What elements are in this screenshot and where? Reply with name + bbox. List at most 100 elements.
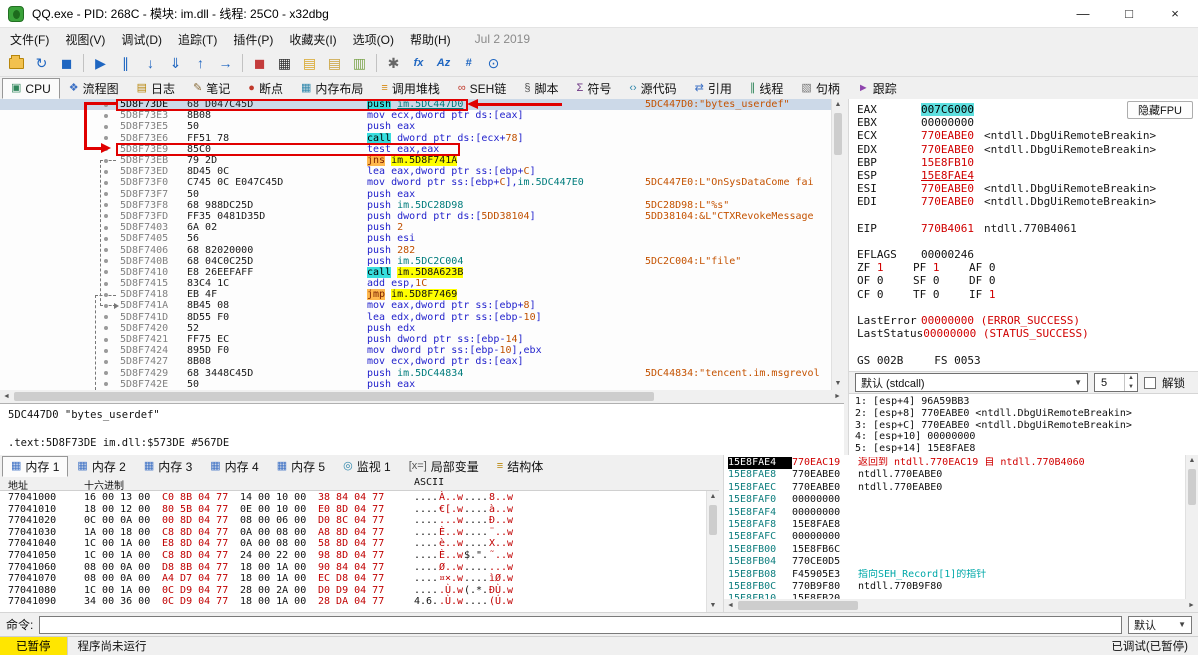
disasm-row[interactable]: 5D8F7420 52 push edx [0,323,844,334]
breakpoint-dot-icon[interactable] [104,158,108,163]
breakpoint-dot-icon[interactable] [104,102,108,107]
stack-row[interactable]: 15E8FB08 F45905E3 指向SEH_Record[1]的指针 [728,569,1184,581]
dump-tab-memory-4[interactable]: ▦ 内存 4 [201,456,267,477]
register-row[interactable]: LastError 00000000 (ERROR_SUCCESS) [857,314,1198,327]
spacer[interactable] [857,209,1198,222]
open-file-button[interactable] [4,52,29,75]
scroll-right-icon[interactable]: ► [831,390,844,403]
register-row[interactable]: EDX 770EABE0 <ntdll.DbgUiRemoteBreakin> [857,143,1198,156]
disasm-row[interactable]: 5D8F741A 8B45 08 mov eax,dword ptr ss:[ebp… [0,300,844,311]
memory-row[interactable]: 77041030 1A 00 18 00 C8 8D 04 77 0A 00 08 0… [8,527,719,539]
tab-threads[interactable]: ∥ 线程 [741,78,793,99]
breakpoint-dot-icon[interactable] [104,248,108,253]
log-window-button[interactable]: ▤ [297,52,322,75]
menu-item[interactable]: 视图(V) [57,29,113,50]
disasm-row[interactable]: 5D8F7403 6A 02 push 2 [0,222,844,233]
calling-convention-select[interactable]: 默认 (stdcall) ▼ [855,373,1088,392]
disasm-row[interactable]: 5D8F73F0 C745 0C E047C45D mov dword ptr ss… [0,177,844,188]
disasm-row[interactable]: 5D8F73ED 8D45 0C lea eax,dword ptr ss:[ebp… [0,166,844,177]
memory-vertical-scrollbar[interactable]: ▲ ▼ [706,491,719,612]
disasm-row[interactable]: 5D8F740B 68 04C0C25D push im.5DC2C004 5DC2C… [0,256,844,267]
stack-horizontal-scrollbar[interactable]: ◄ ► [724,599,1198,612]
arguments-view[interactable]: 1: [esp+4] 96A59BB3 2: [esp+8] 770EABE0 <… [849,394,1198,455]
disasm-row[interactable]: 5D8F73E9 85C0 test eax,eax [0,144,844,155]
breakpoint-dot-icon[interactable] [104,382,108,387]
dump-tab-struct[interactable]: ≡ 结构体 [488,456,552,477]
scroll-down-icon[interactable]: ▼ [707,600,719,612]
memory-row[interactable]: 77041080 1C 00 1A 00 0C D9 04 77 28 00 2A 0… [8,585,719,597]
argument-row[interactable]: 5: [esp+14] 15E8FAE8 [855,443,1198,455]
search-button[interactable]: ⊙ [481,52,506,75]
scroll-up-icon[interactable]: ▲ [1186,455,1198,467]
step-into-button[interactable]: ↓ [138,52,163,75]
breakpoint-dot-icon[interactable] [104,236,108,241]
disasm-row[interactable]: 5D8F7415 83C4 1C add esp,1C [0,278,844,289]
command-input[interactable] [39,615,1122,634]
scroll-left-icon[interactable]: ◄ [724,599,737,612]
breakpoint-dot-icon[interactable] [104,214,108,219]
tab-log[interactable]: ▤ 日志 [128,78,184,99]
tab-seh[interactable]: ∞ SEH链 [449,78,516,99]
memory-map-button[interactable]: ▦ [272,52,297,75]
breakpoint-dot-icon[interactable] [104,124,108,129]
tab-breakpoints[interactable]: ● 断点 [239,78,292,99]
tab-memory-map[interactable]: ▦ 内存布局 [292,78,372,99]
stack-row[interactable]: 15E8FAF8 15E8FAE8 [728,519,1184,531]
breakpoint-dot-icon[interactable] [104,292,108,297]
menu-item[interactable]: 调试(D) [113,29,170,50]
dump-tab-locals[interactable]: [x=] 局部变量 [400,456,488,477]
tab-references[interactable]: ⇄ 引用 [686,78,741,99]
scrollbar-thumb[interactable] [709,505,717,535]
argument-row[interactable]: 3: [esp+C] 770EABE0 <ntdll.DbgUiRemoteBr… [855,420,1198,432]
memory-row[interactable]: 77041040 1C 00 1A 00 E8 8D 04 77 0A 00 08 0… [8,538,719,550]
goto-button[interactable]: # [456,52,481,75]
breakpoint-dot-icon[interactable] [104,192,108,197]
breakpoint-dot-icon[interactable] [104,225,108,230]
scroll-up-icon[interactable]: ▲ [707,491,719,503]
register-row[interactable]: LastStatus00000000 (STATUS_SUCCESS) [857,327,1198,340]
register-row[interactable]: ESI 770EABE0 <ntdll.DbgUiRemoteBreakin> [857,182,1198,195]
menu-item[interactable]: 插件(P) [225,29,281,50]
disasm-row[interactable]: 5D8F73E3 8B08 mov ecx,dword ptr ds:[eax] [0,110,844,121]
memory-dump-view[interactable]: 77041000 16 00 13 00 C0 8B 04 77 14 00 10 0… [0,491,719,612]
tab-cpu[interactable]: ▣ CPU [2,78,60,99]
disasm-horizontal-scrollbar[interactable]: ◄ ► [0,390,844,403]
scrollbar-thumb[interactable] [14,392,654,401]
stack-row[interactable]: 15E8FAE8 770EABE0 ntdll.770EABE0 [728,469,1184,481]
register-row[interactable]: ECX 770EABE0 <ntdll.DbgUiRemoteBreakin> [857,129,1198,142]
disasm-row[interactable]: 5D8F73E5 50 push eax [0,121,844,132]
spacer[interactable] [857,301,1198,314]
stack-row[interactable]: 15E8FAEC 770EABE0 ntdll.770EABE0 [728,482,1184,494]
close-debuggee-button[interactable]: ◼ [54,52,79,75]
dump-tab-memory-5[interactable]: ▦ 内存 5 [268,456,334,477]
dump-tab-memory-1[interactable]: ▦ 内存 1 [2,456,69,477]
disasm-row[interactable]: 5D8F7424 895D F0 mov dword ptr ss:[ebp-10]… [0,345,844,356]
dump-tab-memory-2[interactable]: ▦ 内存 2 [68,456,134,477]
spin-up-icon[interactable]: ▲ [1125,374,1137,383]
breakpoint-dot-icon[interactable] [104,270,108,275]
memory-row[interactable]: 77041020 0C 00 0A 00 00 8D 04 77 08 00 06 0… [8,515,719,527]
disasm-row[interactable]: 5D8F7429 68 3448C45D push im.5DC44834 5DC44… [0,368,844,379]
tab-source[interactable]: ‹› 源代码 [620,78,685,99]
register-row[interactable]: ESP 15E8FAE4 [857,169,1198,182]
memory-row[interactable]: 77041010 18 00 12 00 80 5B 04 77 0E 00 10 0… [8,504,719,516]
menu-item[interactable]: 文件(F) [2,29,57,50]
argument-row[interactable]: 2: [esp+8] 770EABE0 <ntdll.DbgUiRemoteBr… [855,408,1198,420]
scrollbar-thumb[interactable] [1188,469,1196,505]
disasm-row[interactable]: 5D8F73EB 79 2D jns im.5D8F741A [0,155,844,167]
breakpoint-dot-icon[interactable] [104,113,108,118]
breakpoint-dot-icon[interactable] [104,348,108,353]
register-row[interactable]: GS 002B FS 0053 [857,354,1198,367]
stack-row[interactable]: 15E8FAE4 770EAC19 返回到 ntdll.770EAC19 自 ntd… [728,457,1184,470]
close-button[interactable]: × [1152,0,1198,28]
disasm-row[interactable]: 5D8F742E 50 push eax [0,379,844,390]
stack-row[interactable]: 15E8FB00 15E8FB6C [728,544,1184,556]
tab-script[interactable]: § 脚本 [515,78,567,99]
tab-call-stack[interactable]: ≡ 调用堆栈 [372,78,448,99]
disasm-row[interactable]: 5D8F73F7 50 push eax [0,189,844,200]
breakpoint-dot-icon[interactable] [104,359,108,364]
disasm-row[interactable]: 5D8F7406 68 82020000 push 282 [0,244,844,256]
unlock-checkbox[interactable] [1144,376,1156,389]
breakpoint-dot-icon[interactable] [104,315,108,320]
argument-row[interactable]: 4: [esp+10] 00000000 [855,431,1198,443]
